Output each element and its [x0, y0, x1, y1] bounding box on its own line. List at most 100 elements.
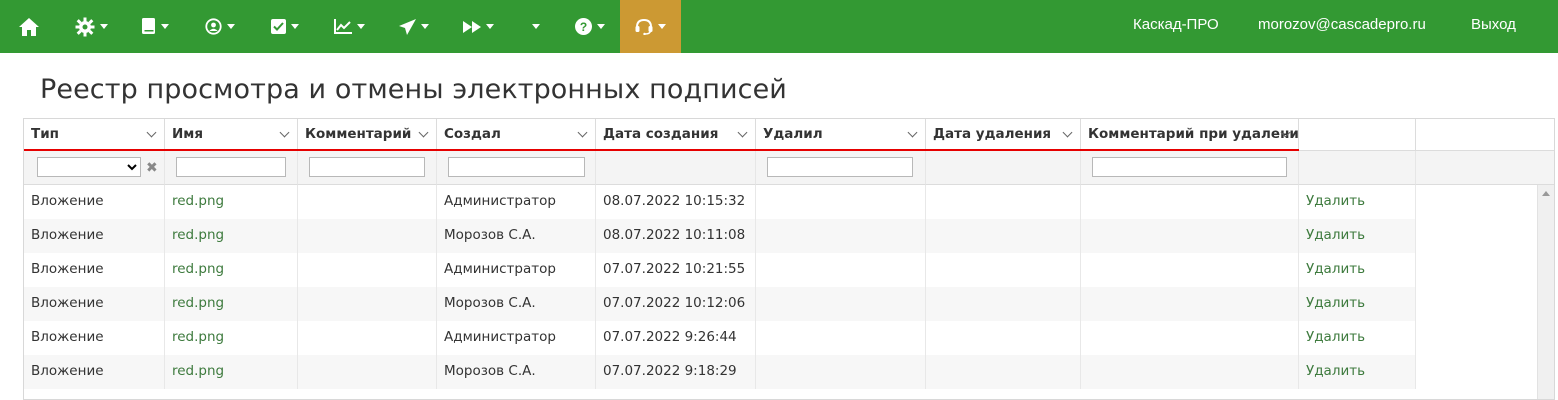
- cell-comment: [298, 185, 437, 219]
- filter-cell-name: [165, 151, 298, 185]
- file-name-link[interactable]: red.png: [165, 287, 298, 321]
- cell-deleted-at: [926, 287, 1081, 321]
- book-menu[interactable]: [137, 0, 173, 53]
- column-header-name[interactable]: Имя: [165, 119, 298, 151]
- cell-deleted-by: [756, 321, 926, 355]
- fast-forward-icon: [462, 20, 481, 33]
- user-email-link[interactable]: morozov@cascadepro.ru: [1258, 0, 1426, 53]
- logout-link[interactable]: Выход: [1471, 0, 1516, 53]
- user-menu[interactable]: [200, 0, 240, 53]
- delete-link[interactable]: Удалить: [1299, 219, 1416, 253]
- sort-chevron-icon[interactable]: [737, 127, 748, 138]
- column-header-created-at[interactable]: Дата создания: [596, 119, 756, 151]
- cell-deleted-by: [756, 355, 926, 389]
- sort-chevron-icon[interactable]: [577, 127, 588, 138]
- delete-comment-filter-input[interactable]: [1092, 157, 1287, 177]
- filter-cell-created-by: [437, 151, 596, 185]
- cell-comment: [298, 355, 437, 389]
- cell-delete-comment: [1081, 219, 1299, 253]
- cell-created-by: Администратор: [437, 253, 596, 287]
- cell-comment: [298, 287, 437, 321]
- file-name-link[interactable]: red.png: [165, 355, 298, 389]
- sort-chevron-icon[interactable]: [907, 127, 918, 138]
- user-circle-icon: [205, 18, 222, 35]
- column-header-action: [1299, 119, 1416, 151]
- svg-text:?: ?: [580, 20, 587, 34]
- delete-link[interactable]: Удалить: [1299, 287, 1416, 321]
- settings-menu[interactable]: [70, 0, 112, 53]
- filter-cell-created-at: [596, 151, 756, 185]
- support-menu[interactable]: [620, 0, 681, 53]
- sort-chevron-icon[interactable]: [279, 127, 290, 138]
- file-name-link[interactable]: red.png: [165, 219, 298, 253]
- delete-link[interactable]: Удалить: [1299, 355, 1416, 389]
- column-header-label: Дата удаления: [933, 126, 1052, 142]
- column-header-comment[interactable]: Комментарий: [298, 119, 437, 151]
- cell-delete-comment: [1081, 253, 1299, 287]
- cell-created-at: 07.07.2022 9:26:44: [596, 321, 756, 355]
- cell-deleted-at: [926, 321, 1081, 355]
- clear-filter-icon[interactable]: ✖: [146, 159, 158, 176]
- filter-cell-spacer: [1416, 151, 1554, 185]
- cell-delete-comment: [1081, 355, 1299, 389]
- filter-cell-deleted-at: [926, 151, 1081, 185]
- cell-deleted-by: [756, 185, 926, 219]
- cell-deleted-at: [926, 355, 1081, 389]
- sort-chevron-icon[interactable]: [1062, 127, 1073, 138]
- column-header-label: Удалил: [763, 126, 823, 142]
- delete-link[interactable]: Удалить: [1299, 185, 1416, 219]
- cell-type: Вложение: [24, 219, 165, 253]
- column-header-created-by[interactable]: Создал: [437, 119, 596, 151]
- cell-deleted-by: [756, 287, 926, 321]
- cell-created-at: 07.07.2022 10:12:06: [596, 287, 756, 321]
- help-menu[interactable]: ?: [572, 0, 608, 53]
- signatures-grid: Тип Имя Комментарий Создал Дата создания…: [23, 118, 1555, 400]
- filter-cell-comment: [298, 151, 437, 185]
- cell-created-at: 08.07.2022 10:15:32: [596, 185, 756, 219]
- column-header-label: Комментарий при удалении: [1088, 126, 1299, 142]
- column-header-deleted-by[interactable]: Удалил: [756, 119, 926, 151]
- comment-filter-input[interactable]: [309, 157, 425, 177]
- cell-created-at: 07.07.2022 9:18:29: [596, 355, 756, 389]
- tasks-menu[interactable]: [266, 0, 304, 53]
- type-filter-select[interactable]: [37, 157, 141, 177]
- cell-deleted-at: [926, 253, 1081, 287]
- paper-plane-icon: [399, 18, 416, 35]
- org-name-link[interactable]: Каскад-ПРО: [1133, 0, 1219, 53]
- sort-chevron-icon[interactable]: [418, 127, 429, 138]
- cell-delete-comment: [1081, 321, 1299, 355]
- delete-link[interactable]: Удалить: [1299, 321, 1416, 355]
- cell-created-at: 07.07.2022 10:21:55: [596, 253, 756, 287]
- file-name-link[interactable]: red.png: [165, 321, 298, 355]
- name-filter-input[interactable]: [176, 157, 286, 177]
- page-title: Реестр просмотра и отмены электронных по…: [40, 74, 787, 105]
- delete-link[interactable]: Удалить: [1299, 253, 1416, 287]
- file-name-link[interactable]: red.png: [165, 253, 298, 287]
- cell-comment: [298, 321, 437, 355]
- scroll-up-arrow-icon[interactable]: [1542, 191, 1550, 196]
- deleted-by-filter-input[interactable]: [767, 157, 913, 177]
- column-header-spacer: [1416, 119, 1554, 151]
- cell-created-by: Морозов С.А.: [437, 287, 596, 321]
- file-name-link[interactable]: red.png: [165, 185, 298, 219]
- vertical-scrollbar[interactable]: [1537, 185, 1554, 399]
- cell-created-by: Морозов С.А.: [437, 219, 596, 253]
- cell-deleted-at: [926, 219, 1081, 253]
- forward-menu[interactable]: [459, 0, 497, 53]
- home-icon[interactable]: [12, 0, 46, 53]
- column-header-type[interactable]: Тип: [24, 119, 165, 151]
- send-menu[interactable]: [395, 0, 433, 53]
- dropdown-icon[interactable]: [527, 0, 545, 53]
- cell-deleted-at: [926, 185, 1081, 219]
- cell-created-by: Морозов С.А.: [437, 355, 596, 389]
- reports-menu[interactable]: [329, 0, 369, 53]
- cell-type: Вложение: [24, 355, 165, 389]
- created-by-filter-input[interactable]: [448, 157, 585, 177]
- column-header-delete-comment[interactable]: Комментарий при удалении: [1081, 119, 1299, 151]
- top-navbar: ? Каскад-ПРО morozov@cascadepro.ru Выход: [0, 0, 1558, 53]
- filter-cell-delete-comment: [1081, 151, 1299, 185]
- column-header-deleted-at[interactable]: Дата удаления: [926, 119, 1081, 151]
- cell-comment: [298, 253, 437, 287]
- filter-cell-type: ✖: [24, 151, 165, 185]
- sort-chevron-icon[interactable]: [146, 127, 157, 138]
